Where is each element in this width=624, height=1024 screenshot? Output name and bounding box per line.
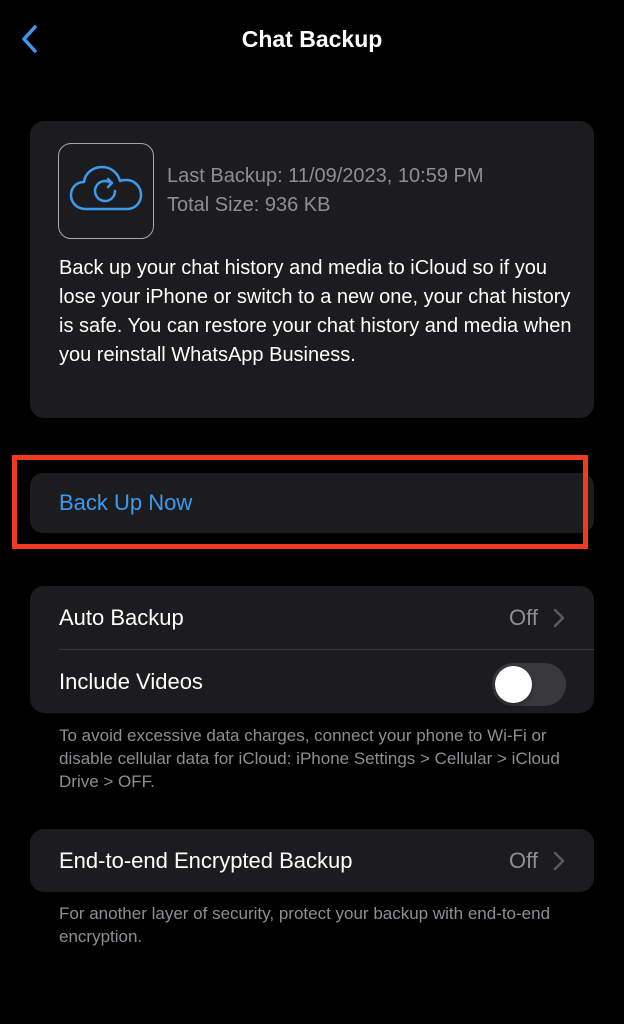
- page-title: Chat Backup: [241, 26, 383, 52]
- navigation-bar: Chat Backup: [0, 0, 624, 80]
- e2e-security-footnote: For another layer of security, protect y…: [59, 904, 551, 946]
- icloud-backup-icon: [69, 165, 143, 211]
- auto-backup-label: Auto Backup: [59, 605, 184, 630]
- auto-backup-value: Off: [509, 605, 538, 630]
- back-up-now-label: Back Up Now: [59, 490, 193, 515]
- back-up-now-button[interactable]: Back Up Now: [30, 473, 594, 533]
- chevron-right-icon: [553, 608, 565, 628]
- last-backup-text: Last Backup: 11/09/2023, 10:59 PM: [167, 165, 484, 187]
- backup-description: Back up your chat history and media to i…: [59, 257, 572, 366]
- icloud-backup-icon-tile: [58, 143, 154, 239]
- auto-backup-row[interactable]: Auto Backup Off: [30, 586, 594, 649]
- e2e-backup-label: End-to-end Encrypted Backup: [59, 848, 353, 873]
- e2e-backup-row[interactable]: End-to-end Encrypted Backup Off: [30, 829, 594, 892]
- data-charges-footnote: To avoid excessive data charges, connect…: [59, 726, 560, 791]
- e2e-backup-value: Off: [509, 848, 538, 873]
- backup-meta: Last Backup: 11/09/2023, 10:59 PM Total …: [167, 162, 484, 220]
- include-videos-label: Include Videos: [59, 669, 203, 694]
- total-size-text: Total Size: 936 KB: [167, 194, 331, 216]
- e2e-backup-card: End-to-end Encrypted Backup Off: [30, 829, 594, 892]
- include-videos-toggle[interactable]: [492, 663, 566, 706]
- toggle-knob: [495, 666, 532, 703]
- chevron-right-icon: [553, 851, 565, 871]
- backup-info-card: Last Backup: 11/09/2023, 10:59 PM Total …: [30, 121, 594, 418]
- include-videos-row: Include Videos: [30, 650, 594, 713]
- backup-settings-card: Auto Backup Off Include Videos: [30, 586, 594, 713]
